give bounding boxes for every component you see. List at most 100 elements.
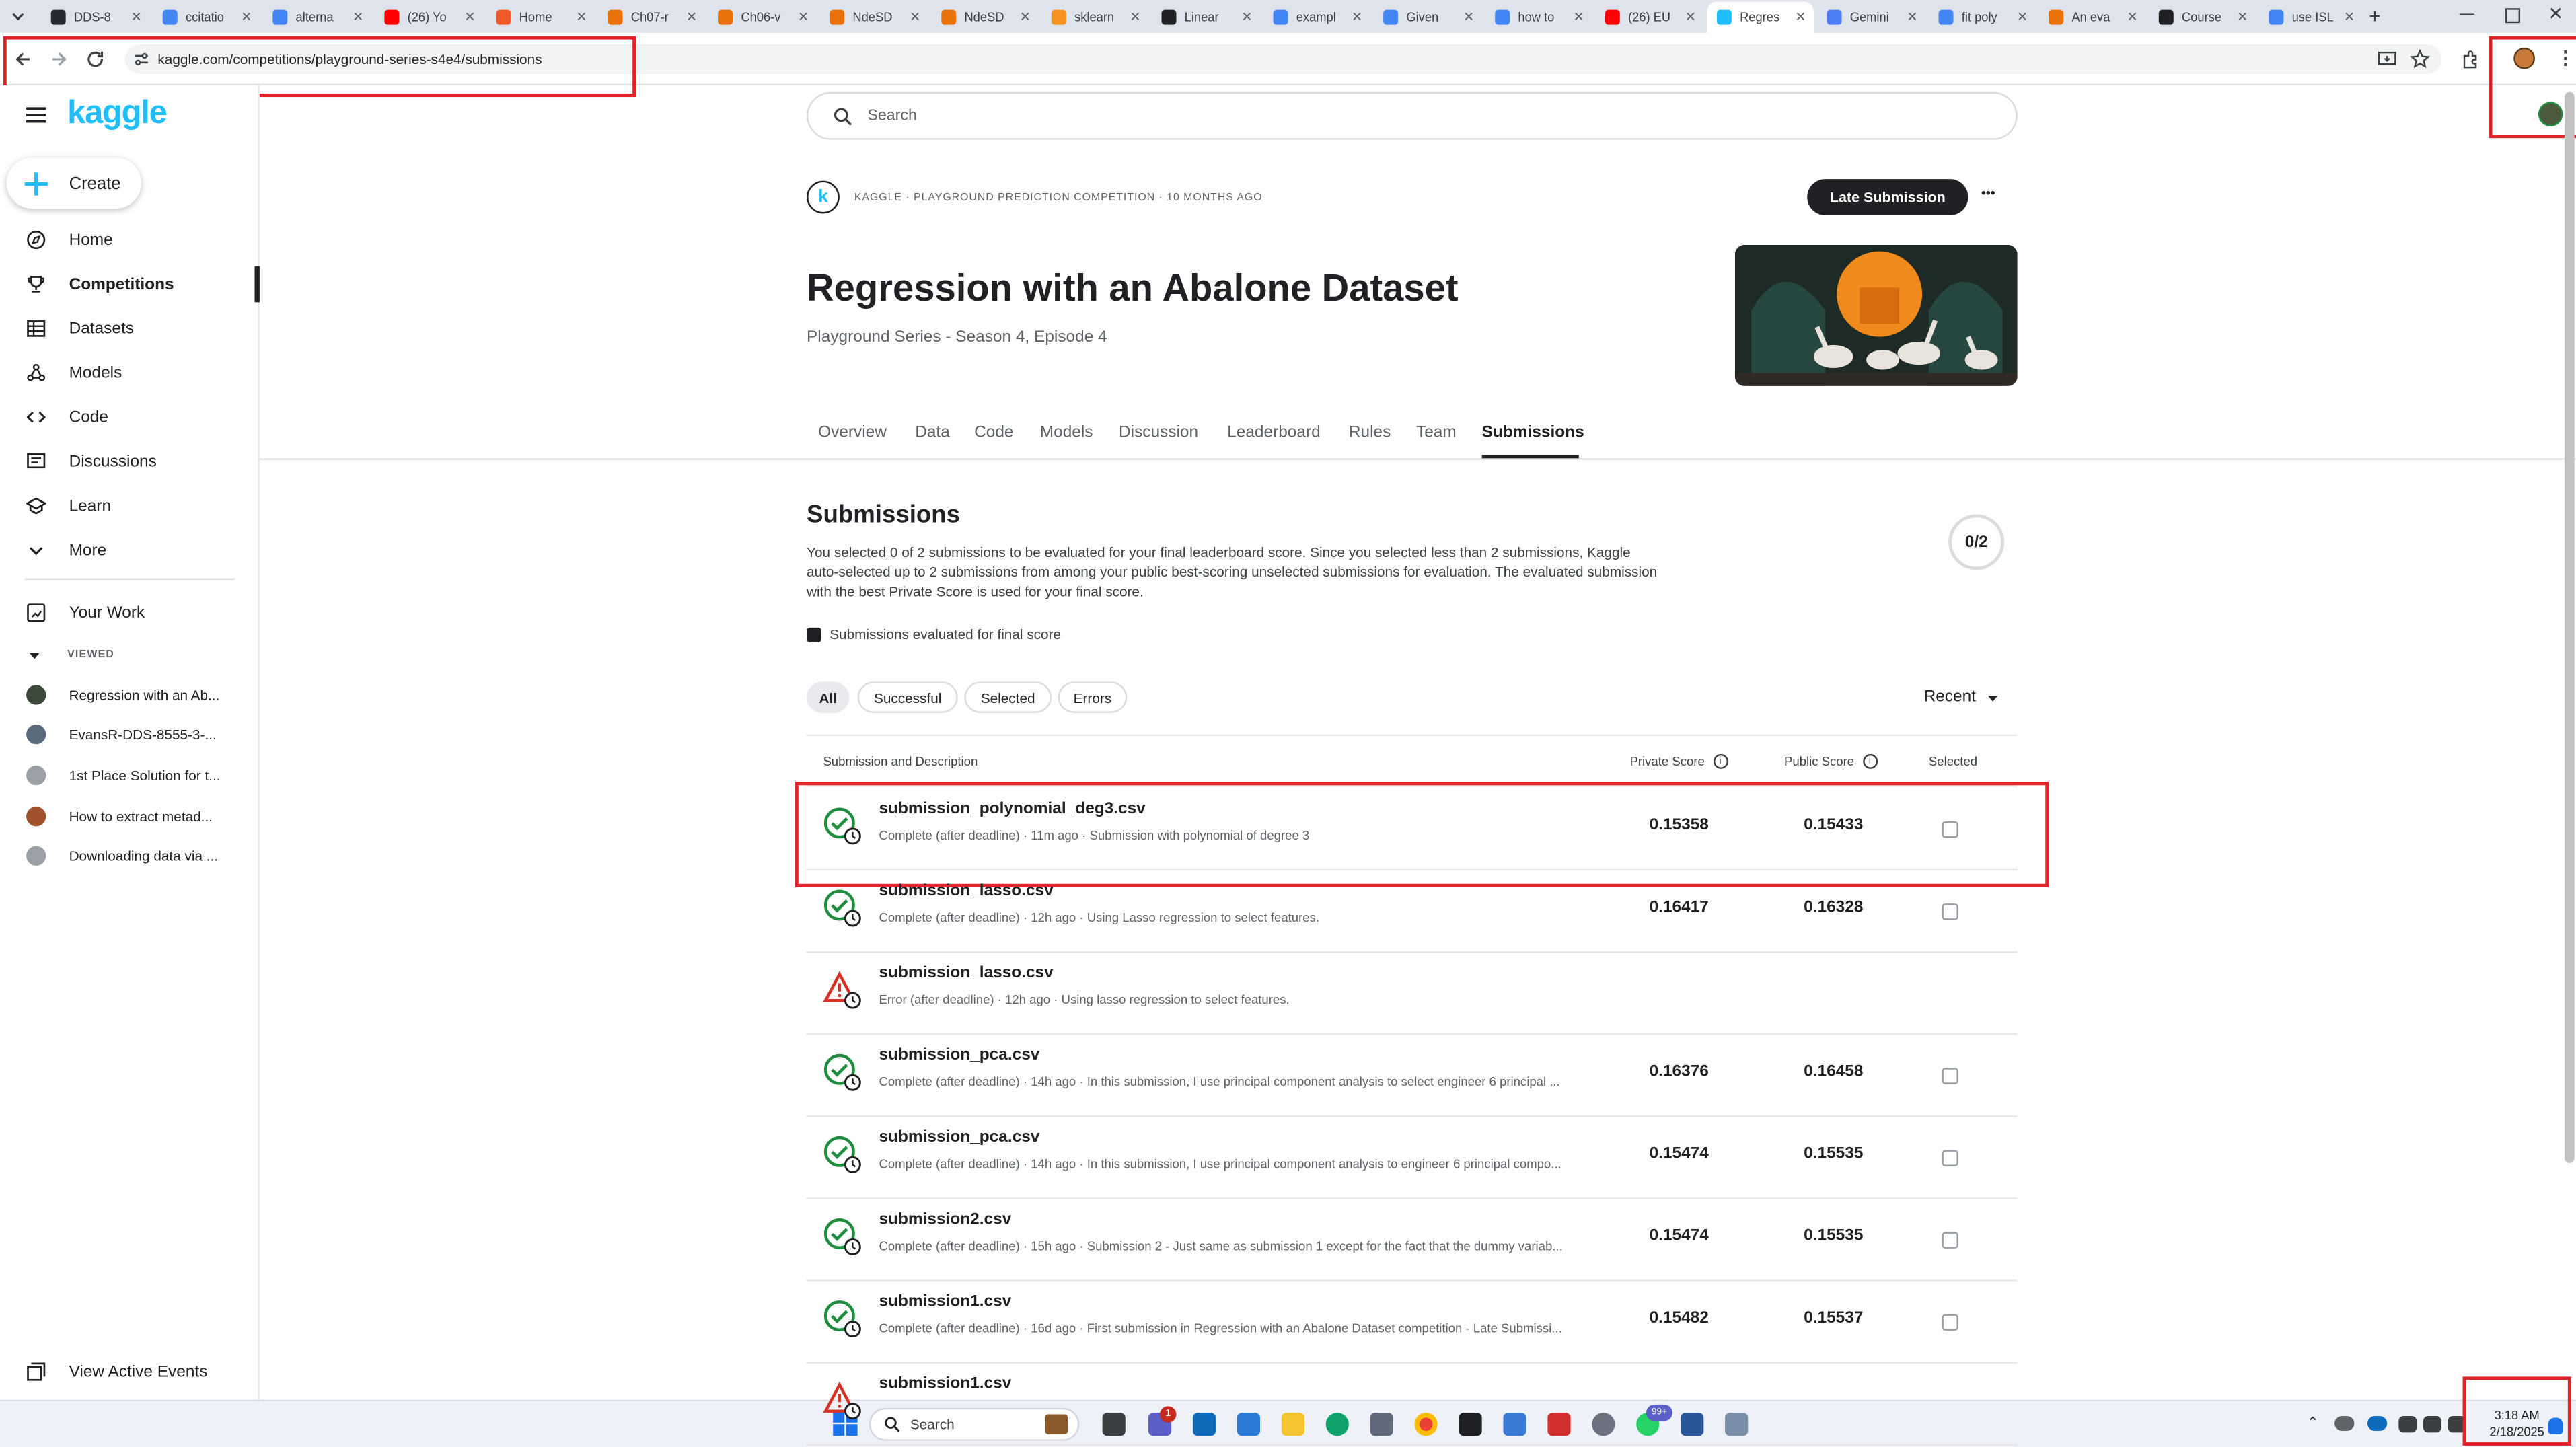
browser-tab[interactable]: NdeSD ✕	[932, 3, 1039, 30]
browser-tab[interactable]: Ch07-r ✕	[598, 3, 705, 30]
browser-tab[interactable]: how to ✕	[1485, 3, 1592, 30]
onedrive-icon[interactable]	[2367, 1416, 2388, 1431]
viewed-item[interactable]: Regression with an Ab...	[0, 677, 260, 713]
browser-tab[interactable]: alterna ✕	[263, 3, 371, 30]
tab-submissions[interactable]: Submissions	[1482, 424, 1584, 442]
more-options-icon[interactable]: •••	[1981, 186, 1995, 200]
browser-tab[interactable]: An eva ✕	[2039, 3, 2146, 30]
tab-close-icon[interactable]: ✕	[1019, 9, 1032, 24]
submission-filename[interactable]: submission1.csv	[879, 1375, 1011, 1393]
tab-overview[interactable]: Overview	[818, 424, 887, 442]
browser-tab[interactable]: sklearn ✕	[1041, 3, 1148, 30]
browser-tab[interactable]: Home ✕	[486, 3, 595, 30]
tab-close-icon[interactable]: ✕	[1129, 9, 1142, 24]
tab-close-icon[interactable]: ✕	[2236, 9, 2250, 24]
submission-filename[interactable]: submission_lasso.csv	[879, 964, 1053, 982]
info-icon[interactable]: i	[1713, 753, 1728, 769]
sidebar-item-more[interactable]: More	[0, 529, 260, 571]
tab-close-icon[interactable]: ✕	[1794, 10, 1808, 25]
sidebar-item-models[interactable]: Models	[0, 352, 260, 394]
info-icon[interactable]: i	[1862, 753, 1878, 769]
filter-errors[interactable]: Errors	[1058, 681, 1128, 713]
tray-chevron-up-icon[interactable]: ⌃	[2307, 1415, 2319, 1433]
tab-close-icon[interactable]: ✕	[908, 9, 922, 24]
tab-close-icon[interactable]: ✕	[240, 9, 254, 24]
submission-filename[interactable]: submission1.csv	[879, 1293, 1011, 1311]
hamburger-menu-icon[interactable]	[25, 105, 48, 124]
submission-filename[interactable]: submission_pca.csv	[879, 1129, 1039, 1147]
network-icon[interactable]	[2398, 1416, 2417, 1433]
tab-models[interactable]: Models	[1040, 424, 1093, 442]
tab-leaderboard[interactable]: Leaderboard	[1227, 424, 1321, 442]
select-checkbox[interactable]	[1942, 821, 1958, 838]
table-row[interactable]: submission_lasso.csv Error (after deadlin…	[807, 953, 2018, 1035]
browser-tab[interactable]: Regres ✕	[1707, 1, 1814, 33]
sort-dropdown[interactable]: Recent	[1924, 688, 1999, 706]
browser-tab[interactable]: exampl ✕	[1263, 3, 1370, 30]
tab-close-icon[interactable]: ✕	[575, 9, 589, 24]
onedrive-personal-icon[interactable]	[2334, 1416, 2355, 1431]
tab-close-icon[interactable]: ✕	[1906, 9, 1919, 24]
sidebar-item-datasets[interactable]: Datasets	[0, 307, 260, 350]
submission-filename[interactable]: submission_lasso.csv	[879, 882, 1053, 900]
minimize-icon[interactable]: —	[2460, 5, 2474, 21]
filter-selected[interactable]: Selected	[964, 681, 1052, 713]
submission-filename[interactable]: submission_polynomial_deg3.csv	[879, 800, 1145, 818]
tab-close-icon[interactable]: ✕	[464, 9, 477, 24]
tab-data[interactable]: Data	[915, 424, 950, 442]
browser-tab[interactable]: Given ✕	[1374, 3, 1482, 30]
filter-successful[interactable]: Successful	[857, 681, 958, 713]
viewed-collapse-icon[interactable]	[26, 647, 46, 663]
kaggle-logo[interactable]: kaggle	[67, 96, 168, 133]
sidebar-item-code[interactable]: Code	[0, 396, 260, 439]
tab-close-icon[interactable]: ✕	[797, 9, 810, 24]
view-active-events-button[interactable]: View Active Events	[0, 1350, 260, 1393]
tab-discussion[interactable]: Discussion	[1119, 424, 1198, 442]
bookmark-star-icon[interactable]	[2410, 49, 2430, 69]
table-row[interactable]: submission2.csv Complete (after deadline)…	[807, 1199, 2018, 1282]
sidebar-item-home[interactable]: Home	[0, 219, 260, 261]
browser-tab[interactable]: fit poly ✕	[1929, 3, 2036, 30]
tab-close-icon[interactable]: ✕	[2016, 9, 2029, 24]
sidebar-item-competitions[interactable]: Competitions	[0, 263, 260, 305]
select-checkbox[interactable]	[1942, 1150, 1958, 1166]
table-row[interactable]: submission1.csv Complete (after deadline)…	[807, 1282, 2018, 1364]
sidebar-item-discussions[interactable]: Discussions	[0, 440, 260, 482]
browser-tab[interactable]: DDS-8 ✕	[41, 3, 149, 30]
extensions-icon[interactable]	[2461, 49, 2480, 69]
browser-tab[interactable]: Linear ✕	[1152, 3, 1260, 30]
submission-filename[interactable]: submission_pca.csv	[879, 1047, 1039, 1065]
viewed-item[interactable]: EvansR-DDS-8555-3-...	[0, 716, 260, 753]
tab-close-icon[interactable]: ✕	[685, 9, 698, 24]
tab-close-icon[interactable]: ✕	[130, 9, 143, 24]
viewed-item[interactable]: Downloading data via ...	[0, 838, 260, 874]
table-row[interactable]: submission_pca.csv Complete (after deadli…	[807, 1117, 2018, 1199]
restore-icon[interactable]	[2505, 8, 2521, 24]
select-checkbox[interactable]	[1942, 903, 1958, 920]
tab-close-icon[interactable]: ✕	[2126, 9, 2139, 24]
search-box[interactable]: Search	[807, 91, 2018, 140]
tab-search-icon[interactable]	[8, 7, 28, 26]
late-submission-button[interactable]: Late Submission	[1807, 179, 1968, 215]
viewed-item[interactable]: How to extract metad...	[0, 799, 260, 835]
table-row[interactable]: submission1.csv	[807, 1364, 2018, 1446]
filter-all[interactable]: All	[807, 681, 850, 713]
sidebar-item-your-work[interactable]: Your Work	[0, 591, 260, 634]
sidebar-item-learn[interactable]: Learn	[0, 484, 260, 527]
browser-tab[interactable]: ccitatio ✕	[153, 3, 260, 30]
table-row[interactable]: submission_pca.csv Complete (after deadli…	[807, 1035, 2018, 1117]
tab-rules[interactable]: Rules	[1349, 424, 1391, 442]
tab-code[interactable]: Code	[974, 424, 1013, 442]
browser-tab[interactable]: Ch06-v ✕	[708, 3, 817, 30]
browser-tab[interactable]: Gemini ✕	[1817, 3, 1925, 30]
browser-tab[interactable]: use ISL ✕	[2259, 3, 2363, 30]
tab-close-icon[interactable]: ✕	[352, 9, 365, 24]
select-checkbox[interactable]	[1942, 1314, 1958, 1331]
tab-close-icon[interactable]: ✕	[1241, 9, 1254, 24]
new-tab-button[interactable]: +	[2369, 5, 2380, 28]
tab-team[interactable]: Team	[1416, 424, 1457, 442]
volume-icon[interactable]	[2423, 1416, 2441, 1433]
browser-tab[interactable]: NdeSD ✕	[820, 3, 928, 30]
tab-close-icon[interactable]: ✕	[1462, 9, 1475, 24]
submission-filename[interactable]: submission2.csv	[879, 1211, 1011, 1229]
